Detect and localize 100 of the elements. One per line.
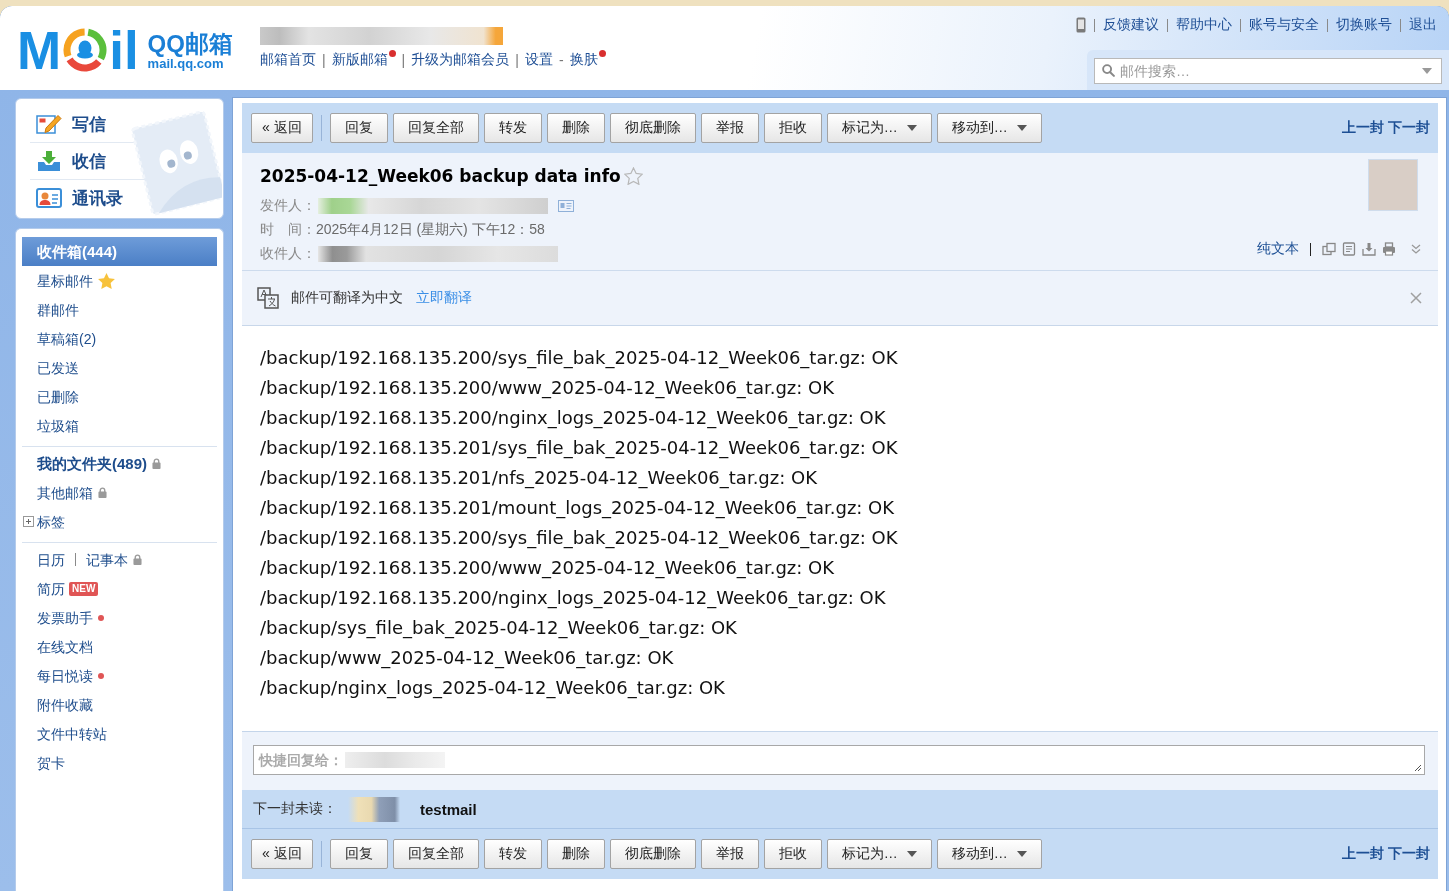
previous-mail-link[interactable]: 上一封 <box>1342 845 1384 863</box>
folder-item[interactable]: 文件中转站 <box>37 723 107 744</box>
new-window-icon[interactable] <box>1322 242 1336 256</box>
caret-icon <box>1016 851 1027 857</box>
contact-card-icon <box>36 187 62 209</box>
caret-icon <box>1016 125 1027 131</box>
field-label: 时 间： <box>260 221 316 239</box>
close-icon[interactable] <box>1410 292 1422 304</box>
new-version-link[interactable]: 新版邮箱 <box>331 51 388 69</box>
mark-as-button[interactable]: 标记为… <box>826 839 932 869</box>
reject-button[interactable]: 拒收 <box>763 113 822 143</box>
logo-mark-text: il <box>109 23 139 77</box>
mail-body-line: /backup/192.168.135.200/nginx_logs_2025-04-12_Week06_tar.gz: OK <box>260 586 886 611</box>
folder-item[interactable]: 在线文档 <box>37 636 93 657</box>
reply-button[interactable]: 回复 <box>329 839 388 869</box>
plain-text-link[interactable]: 纯文本 <box>1257 240 1299 258</box>
mail-body-line: /backup/www_2025-04-12_Week06_tar.gz: OK <box>260 646 674 671</box>
folder-item[interactable]: 群邮件 <box>37 299 79 320</box>
settings-link[interactable]: 设置 <box>524 51 553 69</box>
delete-permanently-button[interactable]: 彻底删除 <box>609 113 696 143</box>
expand-chevron-icon[interactable] <box>1411 244 1421 254</box>
lock-icon <box>152 458 162 469</box>
mail-body-line: /backup/192.168.135.200/www_2025-04-12_Week06_tar.gz: OK <box>260 376 835 401</box>
folder-item[interactable]: 贺卡 <box>37 752 65 773</box>
back-button[interactable]: « 返回 <box>251 839 313 869</box>
link-separator: - <box>558 52 564 68</box>
next-mail-link[interactable]: 下一封 <box>1388 119 1430 137</box>
print-icon[interactable] <box>1382 242 1396 256</box>
folder-item[interactable]: 简历 <box>37 578 65 599</box>
move-to-button[interactable]: 移动到… <box>936 113 1042 143</box>
next-unread-subject-link[interactable]: testmail <box>420 800 477 818</box>
penguin-ring-icon <box>63 28 108 72</box>
contact-card-icon[interactable] <box>558 200 574 212</box>
inbox-arrow-icon <box>36 150 62 172</box>
lock-icon <box>98 487 107 498</box>
lock-icon <box>133 554 142 565</box>
folder-item[interactable]: 已发送 <box>37 357 79 378</box>
folder-item[interactable]: 垃圾箱 <box>37 415 79 436</box>
folder-item[interactable]: 我的文件夹(489) <box>37 453 148 474</box>
delete-button[interactable]: 删除 <box>546 113 605 143</box>
search-field[interactable]: 邮件搜索… <box>1094 58 1442 84</box>
mailbox-home-link[interactable]: 邮箱首页 <box>259 51 316 69</box>
logo-domain: mail.qq.com <box>147 56 224 71</box>
mail-body-line: /backup/nginx_logs_2025-04-12_Week06_tar.gz: OK <box>260 676 725 701</box>
reply-all-button[interactable]: 回复全部 <box>392 839 479 869</box>
forward-button[interactable]: 转发 <box>483 839 542 869</box>
change-skin-link[interactable]: 换肤 <box>569 51 598 69</box>
folder-item[interactable]: 标签 <box>37 511 65 532</box>
reject-button[interactable]: 拒收 <box>763 839 822 869</box>
star-icon[interactable] <box>623 167 643 185</box>
folder-item[interactable]: 记事本 <box>86 549 128 570</box>
quick-reply-field[interactable]: 快捷回复给： <box>253 745 1425 775</box>
back-button[interactable]: « 返回 <box>251 113 313 143</box>
delete-permanently-button[interactable]: 彻底删除 <box>609 839 696 869</box>
caret-icon <box>906 851 917 857</box>
switch-account-link[interactable]: 切换账号 <box>1336 16 1392 34</box>
pencil-paper-icon <box>36 113 62 135</box>
reply-all-button[interactable]: 回复全部 <box>392 113 479 143</box>
report-button[interactable]: 举报 <box>700 113 759 143</box>
compose-link[interactable]: 写信 <box>36 106 106 142</box>
logo-mark-text: M <box>17 23 62 77</box>
folder-item[interactable]: 已删除 <box>37 386 79 407</box>
forward-button[interactable]: 转发 <box>483 113 542 143</box>
new-tag: NEW <box>69 581 99 596</box>
photo-placeholder <box>1368 159 1418 211</box>
download-icon[interactable] <box>1362 242 1376 256</box>
translate-message: 邮件可翻译为中文 <box>291 289 403 307</box>
folder-item[interactable]: 发票助手 <box>37 607 93 628</box>
report-button[interactable]: 举报 <box>700 839 759 869</box>
folder-item[interactable]: 每日悦读 <box>37 665 93 686</box>
mail-body-line: /backup/192.168.135.201/mount_logs_2025-04-12_Week06_tar.gz: OK <box>260 496 895 521</box>
folder-item[interactable]: 附件收藏 <box>37 694 93 715</box>
account-security-link[interactable]: 账号与安全 <box>1249 16 1319 34</box>
mark-as-button[interactable]: 标记为… <box>826 113 932 143</box>
note-icon[interactable] <box>1342 242 1356 256</box>
sent-time-text: 2025年4月12日 (星期六) 下午12：58 <box>316 221 545 239</box>
previous-mail-link[interactable]: 上一封 <box>1342 119 1384 137</box>
notification-dot-icon <box>98 672 104 679</box>
contacts-link[interactable]: 通讯录 <box>36 180 123 216</box>
expand-icon[interactable] <box>23 516 34 527</box>
field-label: 发件人： <box>260 197 316 215</box>
next-mail-link[interactable]: 下一封 <box>1388 845 1430 863</box>
logout-link[interactable]: 退出 <box>1409 16 1437 34</box>
folder-item[interactable]: 其他邮箱 <box>37 482 93 503</box>
field-label: 收件人： <box>260 245 316 263</box>
help-center-link[interactable]: 帮助中心 <box>1176 16 1232 34</box>
delete-button[interactable]: 删除 <box>546 839 605 869</box>
folder-item[interactable]: 星标邮件 <box>37 270 93 291</box>
resize-grip-icon[interactable] <box>1414 764 1422 772</box>
caret-icon[interactable] <box>1422 68 1432 74</box>
receive-mail-link[interactable]: 收信 <box>36 143 106 179</box>
mobile-phone-icon[interactable] <box>1076 17 1086 33</box>
upgrade-membership-link[interactable]: 升级为邮箱会员 <box>411 51 510 69</box>
feedback-link[interactable]: 反馈建议 <box>1103 16 1159 34</box>
reply-button[interactable]: 回复 <box>329 113 388 143</box>
move-to-button[interactable]: 移动到… <box>936 839 1042 869</box>
folder-item[interactable]: 草稿箱(2) <box>37 328 97 349</box>
mail-body-line: /backup/192.168.135.200/sys_file_bak_2025-04-12_Week06_tar.gz: OK <box>260 346 898 371</box>
link-separator: | <box>321 52 326 68</box>
folder-item[interactable]: 日历 <box>37 549 65 570</box>
